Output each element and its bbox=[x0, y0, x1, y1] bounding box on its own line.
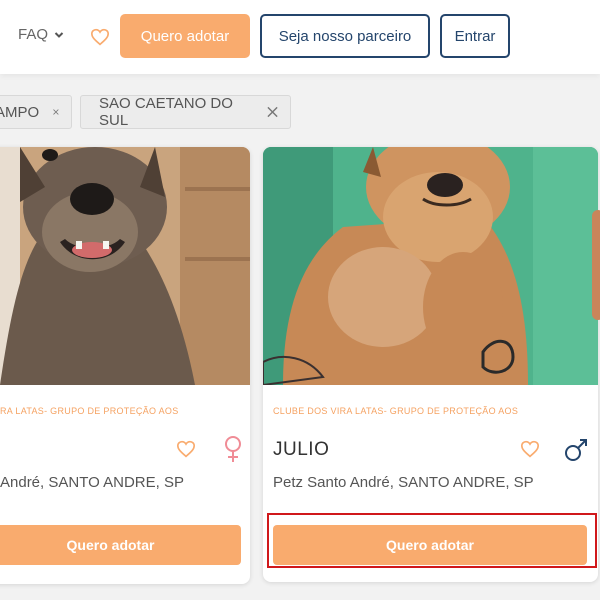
chevron-down-icon bbox=[54, 31, 64, 38]
filter-chip: SAO CAETANO DO SUL bbox=[80, 95, 291, 129]
next-card-edge bbox=[592, 210, 600, 320]
faq-label: FAQ bbox=[18, 26, 49, 43]
adopt-button[interactable]: Quero adotar bbox=[273, 525, 587, 565]
pet-name: JULIO bbox=[273, 439, 330, 460]
login-button[interactable]: Entrar bbox=[440, 14, 510, 58]
male-symbol-icon bbox=[565, 439, 587, 461]
pet-location: Petz Santo André, SANTO ANDRE, SP bbox=[273, 474, 534, 491]
site-header: FAQ Quero adotar Seja nosso parceiro Ent… bbox=[0, 0, 600, 74]
pet-location: André, SANTO ANDRE, SP bbox=[0, 474, 184, 491]
close-icon[interactable] bbox=[267, 106, 278, 118]
pet-card[interactable]: CLUBE DOS VIRA LATAS- GRUPO DE PROTEÇÃO … bbox=[263, 147, 598, 582]
filter-chip: AMPO bbox=[0, 95, 72, 129]
partner-button[interactable]: Seja nosso parceiro bbox=[260, 14, 430, 58]
heart-outline-icon[interactable] bbox=[176, 440, 196, 458]
female-symbol-icon bbox=[225, 436, 241, 462]
filter-chip-label: SAO CAETANO DO SUL bbox=[99, 95, 233, 129]
faq-menu[interactable]: FAQ bbox=[18, 26, 64, 43]
close-icon[interactable] bbox=[53, 106, 59, 118]
pet-card[interactable]: RA LATAS- GRUPO DE PROTEÇÃO AOS André, S… bbox=[0, 147, 250, 584]
favorites-heart-icon[interactable] bbox=[90, 28, 110, 46]
header-adopt-button[interactable]: Quero adotar bbox=[120, 14, 250, 58]
pet-photo[interactable] bbox=[263, 147, 598, 385]
heart-outline-icon[interactable] bbox=[520, 440, 540, 458]
organization-name: RA LATAS- GRUPO DE PROTEÇÃO AOS bbox=[0, 406, 179, 416]
organization-name: CLUBE DOS VIRA LATAS- GRUPO DE PROTEÇÃO … bbox=[273, 406, 519, 416]
filter-chip-label: AMPO bbox=[0, 103, 40, 121]
adopt-button[interactable]: Quero adotar bbox=[0, 525, 241, 565]
pet-photo[interactable] bbox=[0, 147, 250, 385]
